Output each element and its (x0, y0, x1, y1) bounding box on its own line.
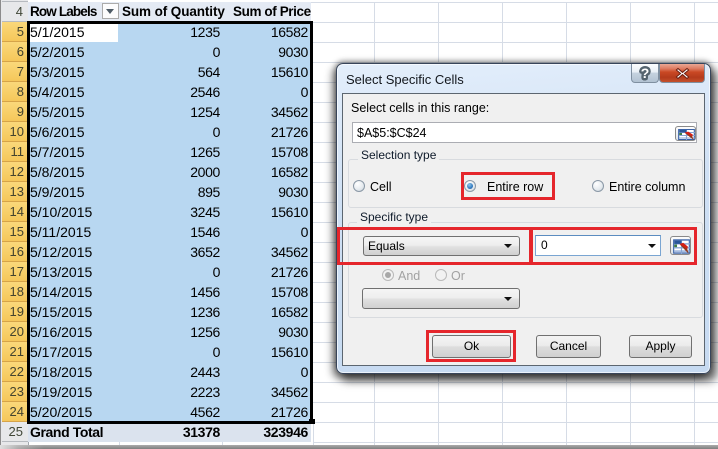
svg-text:?: ? (641, 65, 650, 81)
